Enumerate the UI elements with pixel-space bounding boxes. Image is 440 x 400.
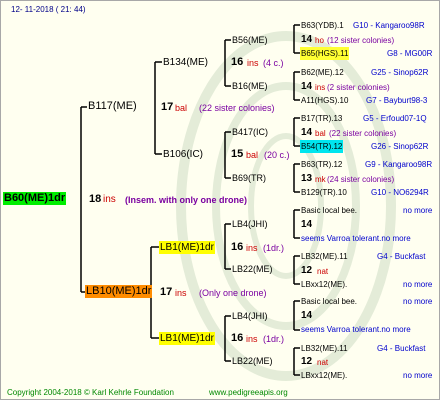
b117-tag: bal — [175, 103, 188, 113]
gen4-tag: nat — [317, 267, 329, 276]
gen4-right: G25 - Sinop62R — [371, 68, 429, 77]
b106-queen[interactable]: B106(IC) — [163, 148, 203, 161]
b106-number: 15 — [231, 148, 244, 160]
b56-queen[interactable]: B56(ME) — [232, 34, 268, 47]
gen4-ins: ins — [315, 83, 326, 92]
root-queen[interactable]: B60(ME)1dr — [3, 192, 67, 205]
b134-ins: ins — [247, 58, 259, 68]
root-ins: ins — [103, 194, 116, 205]
gen4-left[interactable]: B65(HGS).11 — [300, 47, 350, 60]
lb1a-note: (1dr.) — [263, 243, 285, 253]
gen4-left[interactable]: B54(TR).12 — [300, 140, 344, 153]
gen4-left[interactable]: B63(TR).12 — [301, 158, 342, 171]
gen4-number: 14 — [301, 81, 313, 92]
site-link[interactable]: www.pedigreeapis.org — [209, 386, 288, 399]
lb1b-number: 16 — [231, 332, 244, 344]
gen4-note: (12 sister colonies) — [327, 36, 395, 45]
lb4a-queen[interactable]: LB4(JHI) — [232, 218, 268, 231]
gen4-right: G4 - Buckfast — [377, 344, 426, 353]
gen4-right: no more — [403, 371, 433, 380]
gen4-tag: ho — [315, 36, 324, 45]
b134-queen[interactable]: B134(ME) — [163, 56, 208, 69]
gen4-right: no more — [403, 280, 433, 289]
gen4-left[interactable]: B129(TR).10 — [301, 186, 347, 199]
gen4-left[interactable]: LB32(ME).11 — [301, 342, 348, 355]
b134-note: (4 c.) — [263, 58, 284, 68]
b69-queen[interactable]: B69(TR) — [232, 172, 266, 185]
gen4-right: G7 - Bayburt98-3 — [366, 96, 428, 105]
gen4-left[interactable]: LB32(ME).11 — [301, 250, 348, 263]
root-note: (Insem. with only one drone) — [125, 195, 248, 205]
lb10-number: 17 — [160, 286, 173, 298]
lb4b-queen[interactable]: LB4(JHI) — [232, 310, 268, 323]
lb10-ins: ins — [175, 288, 187, 298]
gen4-number: 14 — [301, 34, 313, 45]
gen4-right: G8 - MG00R — [387, 49, 433, 58]
gen4-number: 14 — [301, 219, 313, 230]
gen4-left[interactable]: B62(ME).12 — [301, 66, 344, 79]
b117-note: (22 sister colonies) — [199, 103, 275, 113]
b16-queen[interactable]: B16(ME) — [232, 80, 268, 93]
gen4-note: (22 sister colonies) — [329, 129, 397, 138]
gen4-tag: nat — [317, 358, 329, 367]
lb1b-queen[interactable]: LB1(ME)1dr — [159, 332, 215, 345]
gen4-left[interactable]: A11(HGS).10 — [301, 94, 348, 107]
gen4-right: no more — [403, 206, 433, 215]
gen4-right: G26 - Sinop62R — [371, 142, 429, 151]
lb10-note: (Only one drone) — [199, 288, 267, 298]
gen4-right: G9 - Kangaroo98R — [365, 160, 433, 169]
lb1a-queen[interactable]: LB1(ME)1dr — [159, 241, 215, 254]
gen4-number: 12 — [301, 356, 313, 367]
gen4-left[interactable]: B17(TR).13 — [301, 112, 342, 125]
lb22b-queen[interactable]: LB22(ME) — [232, 355, 273, 368]
b117-queen[interactable]: B117(ME) — [88, 100, 137, 113]
b134-number: 16 — [231, 56, 244, 68]
root-number: 18 — [89, 193, 102, 205]
lb1a-number: 16 — [231, 241, 244, 253]
gen4-tag: bal — [315, 129, 326, 138]
b417-queen[interactable]: B417(IC) — [232, 126, 268, 139]
gen4-right: G10 - NO6294R — [371, 188, 429, 197]
generated-date: 12- 11-2018 ( 21: 44) — [11, 5, 86, 14]
gen4-text: seems Varroa tolerant.no more — [301, 234, 411, 243]
b117-number: 17 — [161, 101, 174, 113]
gen4-number: 12 — [301, 265, 313, 276]
gen4-left[interactable]: LBxx12(ME). — [301, 369, 347, 382]
b106-note: (20 c.) — [264, 150, 290, 160]
gen4-number: 14 — [301, 127, 313, 138]
gen4-number: 13 — [301, 173, 313, 184]
gen4-note: (2 sister colonies) — [327, 83, 390, 92]
gen4-left[interactable]: B63(YDB).1 — [301, 19, 344, 32]
gen4-left[interactable]: Basic local bee. — [301, 295, 357, 308]
b106-tag: bal — [246, 150, 259, 160]
gen4-tag: mk — [315, 175, 326, 184]
gen4-right: no more — [403, 297, 433, 306]
gen4-text: seems Varroa tolerant.no more — [301, 325, 411, 334]
gen4-note: (24 sister colonies) — [327, 175, 395, 184]
gen4-right: G5 - Erfoud07-1Q — [363, 114, 427, 123]
lb22a-queen[interactable]: LB22(ME) — [232, 263, 273, 276]
copyright: Copyright 2004-2018 © Karl Kehrle Founda… — [7, 388, 174, 397]
lb1a-ins: ins — [246, 243, 258, 253]
pedigree-chart: 12- 11-2018 ( 21: 44) B60(ME)1dr 18 ins … — [0, 0, 440, 400]
gen4-right: G4 - Buckfast — [377, 252, 426, 261]
lb1b-ins: ins — [246, 334, 258, 344]
gen4-number: 14 — [301, 310, 313, 321]
gen4-left[interactable]: LBxx12(ME). — [301, 278, 347, 291]
lb1b-note: (1dr.) — [263, 334, 285, 344]
lb10-queen[interactable]: LB10(ME)1dr — [85, 285, 153, 298]
gen4-right: G10 - Kangaroo98R — [353, 21, 425, 30]
gen4-left[interactable]: Basic local bee. — [301, 204, 357, 217]
